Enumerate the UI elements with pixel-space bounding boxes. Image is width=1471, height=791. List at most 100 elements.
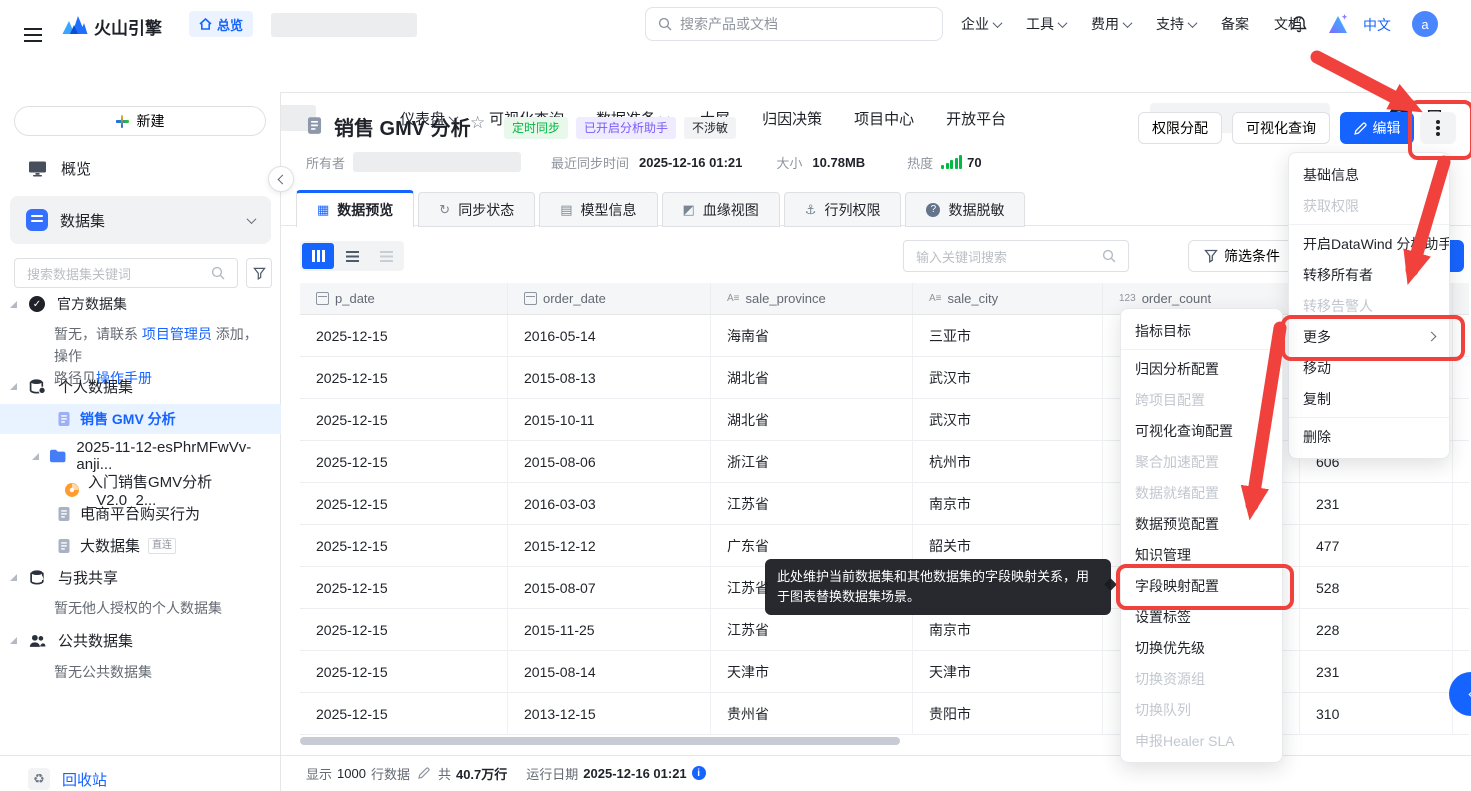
table-search-input[interactable]: 输入关键词搜索 [903,240,1129,272]
tab-6[interactable]: ? 数据脱敏 [905,192,1026,227]
horizontal-scrollbar[interactable] [300,737,900,745]
avatar[interactable]: a [1412,11,1438,37]
recycle-bin[interactable]: ♻ 回收站 [28,764,107,791]
meta-row: 所有者 最近同步时间 2025-12-16 01:21 大小 10.78MB 热… [306,152,982,172]
visual-query-button[interactable]: 可视化查询 [1232,112,1330,144]
hamburger-menu-icon[interactable] [24,23,42,39]
overview-button[interactable]: 总览 [189,11,254,37]
tree-item-public[interactable]: 公共数据集 [10,630,133,651]
brand-name[interactable]: 火山引擎 [94,14,162,39]
shared-empty-note: 暂无他人授权的个人数据集 [54,600,222,616]
column-header[interactable]: A≡ sale_province [711,283,913,315]
list-icon [345,250,359,262]
tree-item-official-datasets[interactable]: ✓ 官方数据集 [10,294,127,314]
project-admin-link[interactable]: 项目管理员 [142,326,212,342]
column-header[interactable]: order_date [508,283,711,315]
menu-item[interactable]: 删除 [1289,421,1449,452]
subnav-link[interactable]: 开放平台 [946,108,1006,129]
table-cell: 武汉市 [913,399,1103,441]
topnav-link[interactable]: 工具 [1026,14,1068,34]
menu-item[interactable]: 设置标签 [1121,601,1282,632]
menu-item[interactable]: 基础信息 [1289,159,1449,190]
topnav-link[interactable]: 费用 [1091,14,1133,34]
assistant-logo-icon[interactable] [1326,13,1350,38]
sidebar-item-datasets[interactable]: 数据集 [10,196,271,244]
topnav-link[interactable]: 支持 [1156,14,1198,34]
menu-item[interactable]: 复制 [1289,383,1449,414]
permission-button[interactable]: 权限分配 [1138,112,1222,144]
topnav-link[interactable]: 企业 [961,14,1003,34]
menu-item[interactable]: 字段映射配置 [1121,570,1282,601]
view-list-button[interactable] [336,243,368,269]
tree-item-dataset-2[interactable]: 电商平台购买行为 [56,503,200,524]
more-actions-menu: 基础信息 获取权限 开启DataWind 分析助手 转移所有者 转移告警人 更多 移动 复制删… [1288,152,1450,459]
tab-2[interactable]: ↻ 同步状态 [418,192,536,227]
edit-button[interactable]: 编辑 [1340,112,1414,144]
table-cell [1453,441,1469,483]
more-actions-button[interactable] [1420,112,1456,144]
run-date-value: 2025-12-16 01:21 [583,765,687,781]
tab-icon: ▤ [560,201,573,217]
table-cell: 310 [1300,693,1453,735]
heat-value: 70 [967,154,982,170]
tab-3[interactable]: ▤ 模型信息 [539,192,658,227]
notification-bell-icon[interactable] [1291,15,1307,36]
column-header[interactable] [1453,283,1469,315]
table-cell [1453,483,1469,525]
tree-item-selected-dataset[interactable]: 销售 GMV 分析 [0,404,281,434]
tab-5[interactable]: ⚓ 行列权限 [783,192,902,227]
menu-item[interactable]: 指标目标 [1121,315,1282,346]
table-cell: 2025-12-15 [300,357,508,399]
field-mapping-tooltip: 此处维护当前数据集和其他数据集的字段映射关系，用于图表替换数据集场景。 [765,559,1111,615]
global-search-input[interactable]: 搜索产品或文档 [645,7,943,41]
brand-logo-icon[interactable] [62,12,88,39]
column-header[interactable]: A≡ sale_city [913,283,1103,315]
favorite-star-icon[interactable]: ☆ [470,113,485,133]
language-switcher[interactable]: 中文 [1363,15,1391,35]
sidebar-item-overview[interactable]: 概览 [28,150,91,186]
dataset-filter-button[interactable] [246,258,272,288]
menu-item[interactable]: 数据预览配置 [1121,508,1282,539]
table-cell: 贵阳市 [913,693,1103,735]
subnav-link[interactable]: 项目中心 [854,108,914,129]
table-cell: 2025-12-15 [300,567,508,609]
monitor-icon [29,161,46,176]
tree-item-shared[interactable]: 与我共享 [10,567,118,588]
view-rows-button[interactable] [370,243,402,269]
view-columns-button[interactable] [302,243,334,269]
menu-item[interactable]: 切换优先级 [1121,632,1282,663]
public-dataset-icon [29,634,46,647]
tab-1[interactable]: ▦ 数据预览 [296,190,415,227]
tree-item-folder[interactable]: 2025-11-12-esPhrMFwVv-anji... [32,439,280,473]
menu-item[interactable]: 移动 [1289,352,1449,383]
edit-rows-pencil-icon[interactable] [418,767,430,779]
tree-item-dataset-3[interactable]: 大数据集 直连 [56,535,177,556]
redacted-block [271,13,417,37]
hidden-primary-button-sliver[interactable] [1448,240,1464,272]
menu-item[interactable]: 归因分析配置 [1121,353,1282,384]
menu-item[interactable]: 知识管理 [1121,539,1282,570]
table-cell: 2016-05-14 [508,315,711,357]
menu-item[interactable]: 更多 [1289,321,1449,352]
menu-item[interactable]: 可视化查询配置 [1121,415,1282,446]
subnav-link[interactable]: 归因决策 [762,108,822,129]
sidebar-collapse-handle[interactable] [268,166,294,192]
table-cell: 528 [1300,567,1453,609]
menu-item[interactable]: 开启DataWind 分析助手 [1289,228,1449,259]
table-cell: 武汉市 [913,357,1103,399]
tab-icon: ⚓ [804,201,817,217]
column-header[interactable]: p_date [300,283,508,315]
chevron-right-icon [1426,331,1437,342]
tab-4[interactable]: ◩ 血缘视图 [661,192,780,227]
calendar-icon [524,292,537,305]
topnav-link[interactable]: 备案 [1221,14,1249,34]
new-dataset-button[interactable]: 新建 [14,106,266,136]
menu-item[interactable]: 转移所有者 [1289,259,1449,290]
filter-conditions-button[interactable]: 筛选条件 [1188,240,1296,272]
expander-icon [32,452,39,460]
tree-item-personal-datasets[interactable]: 个人数据集 [10,376,133,397]
table-row: 2025-12-15 2015-08-14 天津市 天津市 231 [300,651,1469,693]
table-cell [1453,567,1469,609]
dataset-search-input[interactable]: 搜索数据集关键词 [14,258,238,288]
info-icon[interactable]: i [691,766,706,780]
